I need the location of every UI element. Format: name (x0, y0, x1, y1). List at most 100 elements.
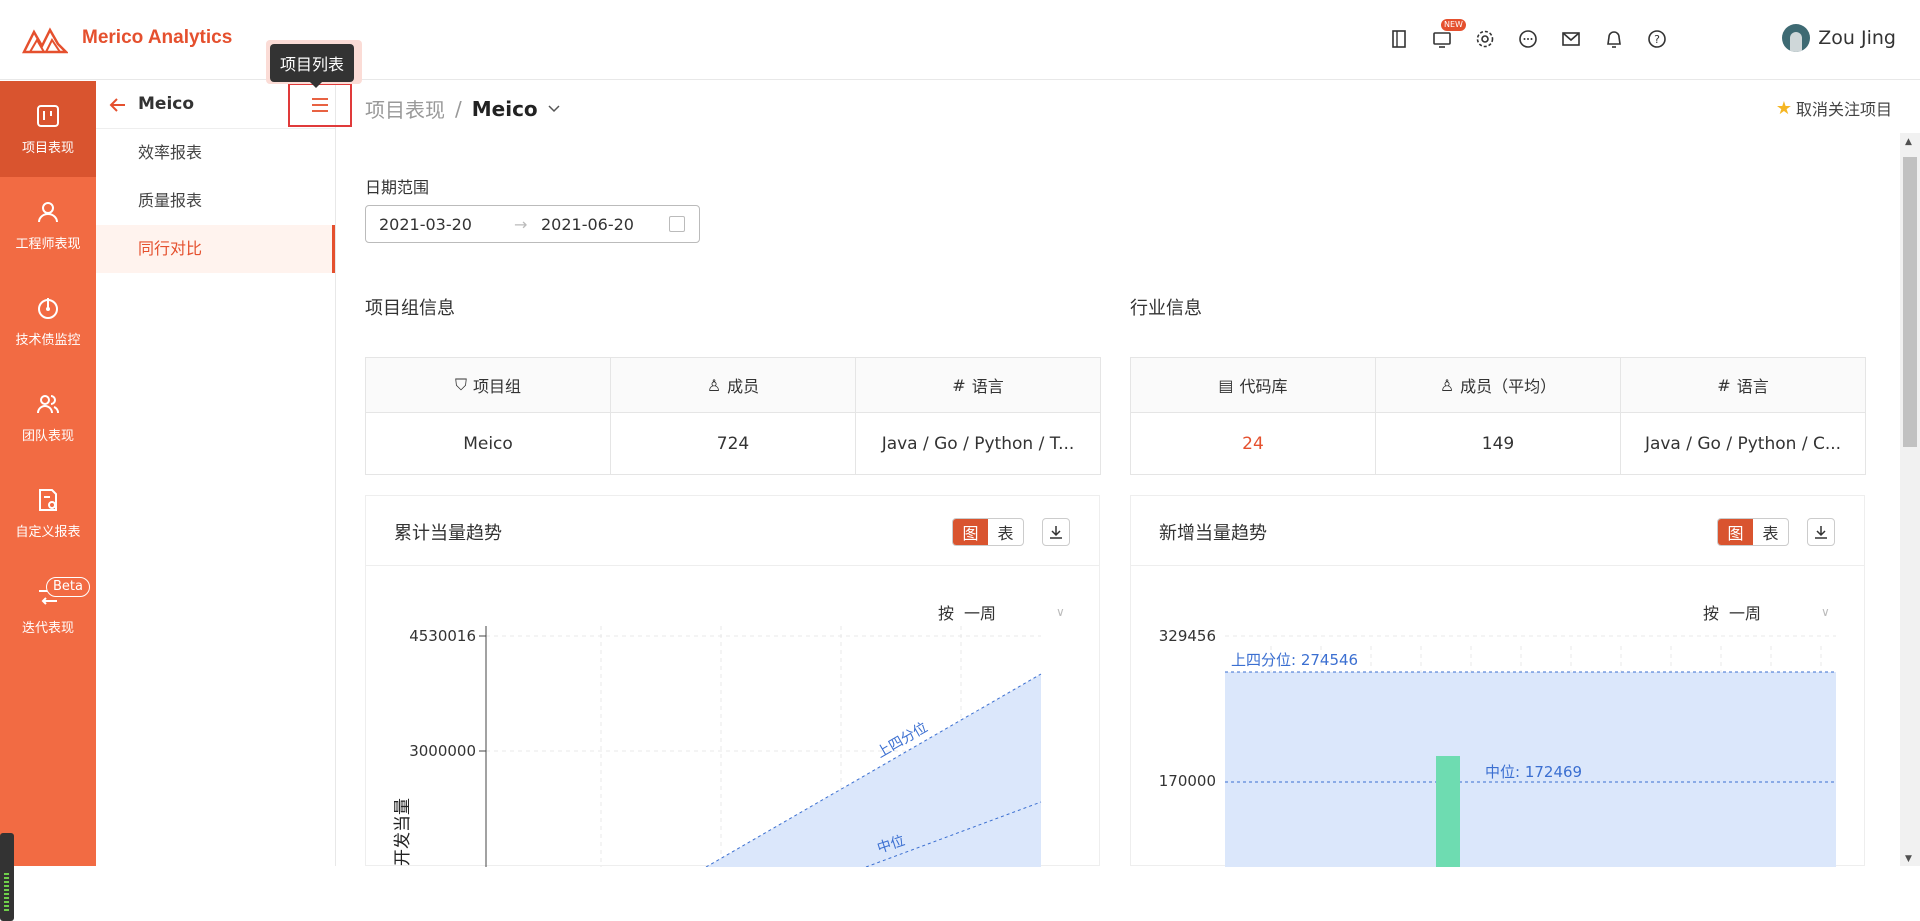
back-arrow-icon[interactable] (108, 95, 128, 115)
nav-label: 迭代表现 (21, 620, 74, 636)
bell-icon[interactable] (1601, 26, 1627, 52)
download-icon (1815, 526, 1827, 539)
calendar-icon (669, 216, 685, 232)
help-icon[interactable]: ? (1644, 26, 1670, 52)
nav-label: 技术债监控 (15, 332, 81, 348)
table-view-button[interactable]: 表 (1753, 519, 1788, 545)
arrow-right-icon: → (514, 214, 528, 234)
hash-icon: # (952, 375, 966, 395)
chart-view-button[interactable]: 图 (953, 519, 988, 545)
date-range-label: 日期范围 (365, 178, 430, 197)
chat-icon[interactable] (1515, 26, 1541, 52)
audio-meter (0, 833, 14, 921)
date-start[interactable]: 2021-03-20 (379, 215, 472, 234)
unfollow-label: 取消关注项目 (1795, 100, 1892, 119)
nav-label: 项目表现 (21, 140, 74, 156)
sidebar-title: Meico (138, 94, 195, 114)
cumulative-trend-chart: 4530016 3000000 开发当量 上四分位 中位 (393, 626, 1042, 867)
project-list-button[interactable] (288, 83, 352, 127)
sidebar-item-efficiency[interactable]: 效率报表 (96, 129, 335, 177)
table-view-button[interactable]: 表 (988, 519, 1023, 545)
download-button[interactable] (1807, 518, 1835, 546)
header-label: 成员 (727, 377, 760, 396)
y-axis-label: 开发当量 (393, 798, 413, 866)
card-title: 累计当量趋势 (394, 523, 502, 544)
vertical-scrollbar[interactable]: ▲ ▼ (1900, 133, 1920, 866)
header-toolbar: NEW ? (1386, 19, 1670, 52)
y-tick-label: 329456 (1159, 627, 1216, 645)
table-header: # 语言 (1621, 358, 1865, 413)
user-menu[interactable]: Zou Jing (1782, 24, 1896, 52)
header-label: 语言 (1736, 377, 1769, 396)
repo-icon: ▤ (1218, 375, 1234, 395)
view-toggle: 图 表 (952, 518, 1024, 546)
beta-badge: Beta (46, 577, 90, 597)
nav-project-performance[interactable]: 项目表现 (0, 81, 96, 177)
book-icon[interactable] (1386, 26, 1412, 52)
user-icon (38, 201, 58, 222)
members-icon: ♙ (1439, 375, 1455, 395)
table-column: # 语言 Java / Go / Python / T... (856, 358, 1100, 474)
gauge-icon (38, 297, 58, 319)
table-cell: Java / Go / Python / T... (881, 433, 1075, 454)
project-info-table: ⛉ 项目组 Meico ♙ 成员 724 # 语言 Java / Go / Pytho… (365, 357, 1101, 475)
merico-logo[interactable] (22, 24, 68, 54)
download-icon (1050, 526, 1062, 539)
scrollbar-thumb[interactable] (1903, 157, 1917, 447)
nav-engineer-performance[interactable]: 工程师表现 (0, 177, 96, 273)
table-cell[interactable]: 24 (1131, 413, 1375, 474)
project-sidebar: Meico 效率报表 质量报表 同行对比 (96, 81, 352, 866)
brand-name: Merico Analytics (82, 27, 233, 48)
nav-label: 工程师表现 (15, 236, 81, 252)
scroll-down-icon[interactable]: ▼ (1905, 854, 1912, 864)
header-label: 语言 (971, 377, 1004, 396)
card-title: 新增当量趋势 (1159, 523, 1267, 544)
table-header: ▤ 代码库 (1131, 358, 1375, 413)
nav-label: 自定义报表 (15, 524, 81, 540)
upper-quartile-label: 上四分位: 274546 (1231, 651, 1358, 669)
sidebar-header: Meico (96, 81, 352, 129)
industry-info-table: ▤ 代码库 24 ♙ 成员（平均） 149 # 语言 Java / Go / Pyth… (1130, 357, 1866, 475)
members-icon: ♙ (706, 375, 722, 395)
breadcrumb-current[interactable]: Meico (472, 97, 538, 121)
table-column: ♙ 成员 724 (611, 358, 856, 474)
chevron-down-icon[interactable] (548, 104, 560, 113)
date-range-picker[interactable]: 2021-03-20 → 2021-06-20 (365, 205, 700, 243)
nav-iteration[interactable]: Beta 迭代表现 (0, 561, 96, 657)
project-list-tooltip: 项目列表 (270, 44, 355, 88)
nav-team-performance[interactable]: 团队表现 (0, 369, 96, 465)
new-trend-card: 新增当量趋势 图 表 按 一周 ∨ 329456 170000 上四分位: 27… (1130, 495, 1865, 867)
y-tick-label: 170000 (1159, 772, 1216, 790)
whats-new-icon[interactable]: NEW (1429, 19, 1466, 52)
sidebar-item-quality[interactable]: 质量报表 (96, 177, 335, 225)
table-header: ⛉ 项目组 (366, 358, 610, 413)
scroll-up-icon[interactable]: ▲ (1905, 137, 1912, 147)
table-column: ⛉ 项目组 Meico (366, 358, 611, 474)
table-header: ♙ 成员（平均） (1376, 358, 1620, 413)
chart-view-button[interactable]: 图 (1718, 519, 1753, 545)
view-toggle: 图 表 (1717, 518, 1789, 546)
breadcrumb-separator: / (455, 96, 462, 121)
table-column: ▤ 代码库 24 (1131, 358, 1376, 474)
unfollow-button[interactable]: ★ 取消关注项目 (1776, 96, 1892, 120)
mail-icon[interactable] (1558, 26, 1584, 52)
menu-icon (312, 98, 328, 112)
gear-icon[interactable] (1472, 26, 1498, 52)
nav-custom-report[interactable]: 自定义报表 (0, 465, 96, 561)
y-tick-label: 3000000 (409, 742, 476, 760)
download-button[interactable] (1042, 518, 1070, 546)
date-end[interactable]: 2021-06-20 (541, 215, 634, 234)
svg-text:?: ? (1654, 33, 1660, 46)
avatar (1782, 24, 1811, 52)
sidebar-item-peer-comparison[interactable]: 同行对比 (96, 225, 335, 273)
header-label: 成员（平均） (1460, 377, 1557, 396)
hash-icon: # (1717, 375, 1731, 395)
bar[interactable] (1436, 756, 1460, 867)
breadcrumb-parent[interactable]: 项目表现 (365, 94, 445, 123)
table-header: ♙ 成员 (611, 358, 855, 413)
nav-tech-debt[interactable]: 技术债监控 (0, 273, 96, 369)
primary-nav: 项目表现 工程师表现 技术债监控 团队表现 自定义报表 Beta 迭代表现 (0, 81, 96, 921)
y-tick-label: 4530016 (409, 627, 476, 645)
team-icon (37, 394, 59, 413)
header-label: 项目组 (473, 377, 522, 396)
